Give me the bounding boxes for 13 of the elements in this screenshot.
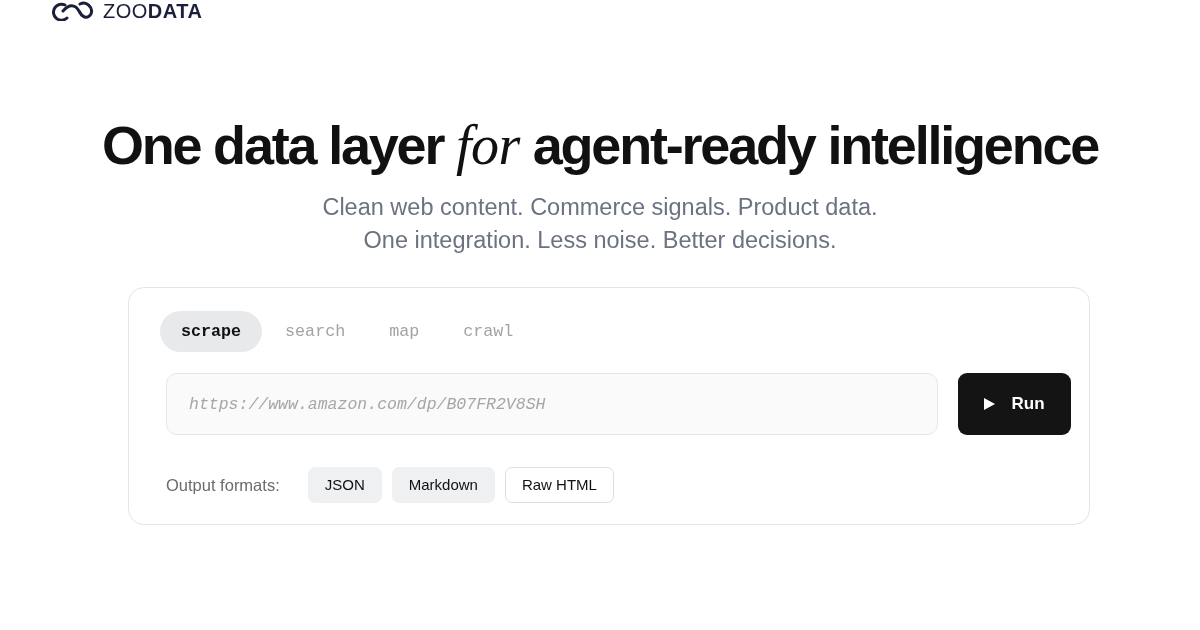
url-input-field[interactable]: https://www.amazon.com/dp/B07FR2V8SH [166, 373, 938, 435]
hero-subtitle: One integration. Less noise. Better decisions. [362, 226, 838, 255]
format-toggle[interactable]: JSON [307, 467, 382, 503]
brand-logo-text: ZOODATA [103, 0, 203, 22]
output-formats-label: Output formats: [166, 474, 280, 496]
play-icon [984, 398, 996, 410]
hero-heading: One data layer for agent-ready intelligence [100, 114, 1100, 176]
format-toggle[interactable]: Raw HTML [504, 467, 614, 503]
hero-subtitle: Clean web content. Commerce signals. Product data. [321, 193, 879, 222]
run-button[interactable]: Run [958, 373, 1071, 435]
mode-tab[interactable]: scrape [160, 311, 263, 352]
logo-mark-icon [50, 1, 96, 21]
format-toggle[interactable]: Markdown [391, 467, 495, 503]
